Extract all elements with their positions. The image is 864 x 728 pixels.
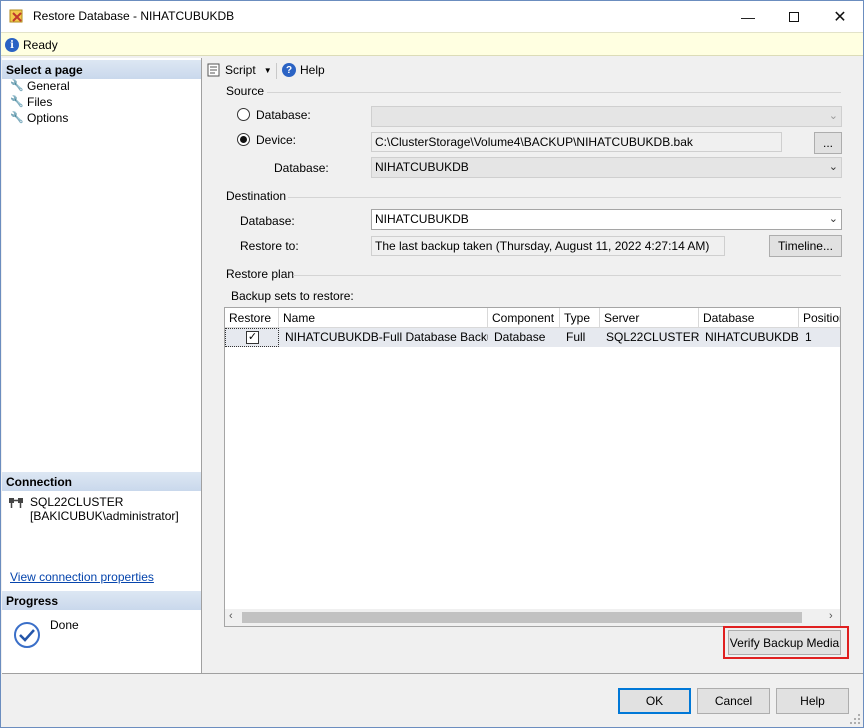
- done-check-icon: [14, 622, 40, 648]
- device-radio[interactable]: [237, 133, 250, 146]
- column-header-type[interactable]: Type: [560, 308, 600, 328]
- help-icon: ?: [282, 63, 296, 77]
- window-title: Restore Database - NIHATCUBUKDB: [33, 9, 235, 23]
- destination-group-label: Destination: [226, 189, 287, 203]
- destination-database-label: Database:: [240, 214, 295, 228]
- destination-database-value: NIHATCUBUKDB: [375, 212, 469, 226]
- progress-header: Progress: [2, 591, 201, 610]
- column-header-database[interactable]: Database: [699, 308, 799, 328]
- name-cell: NIHATCUBUKDB-Full Database Backup: [279, 328, 488, 347]
- left-pane: Select a page 🔧 General 🔧 Files 🔧 Option…: [2, 58, 202, 673]
- toolbar-separator: [276, 63, 277, 79]
- device-path-field[interactable]: C:\ClusterStorage\Volume4\BACKUP\NIHATCU…: [371, 132, 782, 152]
- source-divider: [267, 92, 841, 93]
- device-radio-label: Device:: [256, 133, 297, 147]
- scrollbar-thumb[interactable]: [242, 612, 802, 623]
- connection-server: SQL22CLUSTER: [30, 495, 124, 509]
- select-page-header: Select a page: [2, 60, 201, 79]
- restore-to-label: Restore to:: [240, 239, 299, 253]
- column-header-server[interactable]: Server: [600, 308, 699, 328]
- wrench-icon: 🔧: [10, 80, 24, 92]
- scroll-left-icon[interactable]: ‹: [229, 610, 233, 622]
- server-connection-icon: [9, 498, 23, 508]
- database-radio-label: Database:: [256, 108, 311, 122]
- server-cell: SQL22CLUSTER: [600, 328, 699, 347]
- database-radio[interactable]: [237, 108, 250, 121]
- page-options[interactable]: 🔧 Options: [10, 111, 68, 125]
- footer-divider: [2, 673, 863, 674]
- chevron-down-icon: ▼: [263, 65, 272, 75]
- ok-button[interactable]: OK: [618, 688, 691, 714]
- cancel-button[interactable]: Cancel: [697, 688, 770, 714]
- wrench-icon: 🔧: [10, 96, 24, 108]
- database-cell: NIHATCUBUKDB: [699, 328, 799, 347]
- destination-divider: [288, 197, 841, 198]
- status-text: Ready: [23, 38, 58, 52]
- view-connection-properties-link[interactable]: View connection properties: [10, 570, 154, 584]
- page-files-label: Files: [27, 95, 53, 109]
- source-backup-database-select[interactable]: NIHATCUBUKDB ⌄: [371, 157, 842, 178]
- connection-user: [BAKICUBUK\administrator]: [30, 509, 179, 523]
- minimize-icon: —: [741, 8, 755, 25]
- restore-plan-divider: [293, 275, 841, 276]
- title-bar: Restore Database - NIHATCUBUKDB — ✕: [1, 1, 863, 32]
- column-header-component[interactable]: Component: [488, 308, 560, 328]
- source-database-label: Database:: [274, 161, 329, 175]
- script-label: Script: [225, 63, 256, 77]
- chevron-down-icon: ⌄: [828, 110, 838, 122]
- progress-status: Done: [50, 618, 79, 632]
- app-icon: [9, 9, 23, 23]
- column-header-restore[interactable]: Restore: [225, 308, 279, 328]
- chevron-down-icon: ⌄: [828, 161, 838, 173]
- help-toolbar-label: Help: [300, 63, 325, 77]
- restore-cell[interactable]: ✓: [225, 328, 279, 347]
- timeline-button[interactable]: Timeline...: [769, 235, 842, 257]
- script-dropdown-button[interactable]: Script ▼: [207, 63, 272, 77]
- restore-checkbox[interactable]: ✓: [246, 331, 259, 344]
- horizontal-scrollbar[interactable]: ‹ ›: [225, 609, 840, 626]
- source-backup-database-value: NIHATCUBUKDB: [375, 160, 469, 174]
- help-button[interactable]: Help: [776, 688, 849, 714]
- maximize-icon: [789, 11, 799, 22]
- source-group-label: Source: [226, 84, 265, 98]
- close-icon: ✕: [833, 8, 847, 26]
- scroll-right-icon[interactable]: ›: [829, 610, 833, 622]
- status-bar: i Ready: [1, 32, 863, 56]
- info-icon: i: [5, 38, 19, 52]
- chevron-down-icon: ⌄: [828, 213, 838, 225]
- backup-sets-label: Backup sets to restore:: [231, 289, 354, 303]
- resize-grip-icon[interactable]: [849, 713, 861, 725]
- wrench-icon: 🔧: [10, 112, 24, 124]
- script-icon: [207, 63, 220, 77]
- backup-sets-grid[interactable]: Restore Name Component Type Server Datab…: [224, 307, 841, 627]
- maximize-button[interactable]: [771, 1, 817, 32]
- page-general-label: General: [27, 79, 70, 93]
- minimize-button[interactable]: —: [725, 1, 771, 32]
- browse-device-button[interactable]: ...: [814, 132, 842, 154]
- restore-plan-group-label: Restore plan: [226, 267, 295, 281]
- close-button[interactable]: ✕: [817, 1, 863, 32]
- component-cell: Database: [488, 328, 560, 347]
- column-header-name[interactable]: Name: [279, 308, 488, 328]
- highlight-annotation: [723, 626, 849, 659]
- restore-database-dialog: Restore Database - NIHATCUBUKDB — ✕ i Re…: [0, 0, 864, 728]
- column-header-position[interactable]: Position: [799, 308, 840, 328]
- page-options-label: Options: [27, 111, 69, 125]
- restore-to-field: The last backup taken (Thursday, August …: [371, 236, 725, 256]
- source-database-select[interactable]: ⌄: [371, 106, 842, 127]
- page-general[interactable]: 🔧 General: [10, 79, 70, 93]
- destination-database-select[interactable]: NIHATCUBUKDB ⌄: [371, 209, 842, 230]
- connection-header: Connection: [2, 472, 201, 491]
- help-toolbar-button[interactable]: ? Help: [282, 63, 325, 77]
- page-files[interactable]: 🔧 Files: [10, 95, 52, 109]
- position-cell: 1: [799, 328, 840, 347]
- type-cell: Full: [560, 328, 600, 347]
